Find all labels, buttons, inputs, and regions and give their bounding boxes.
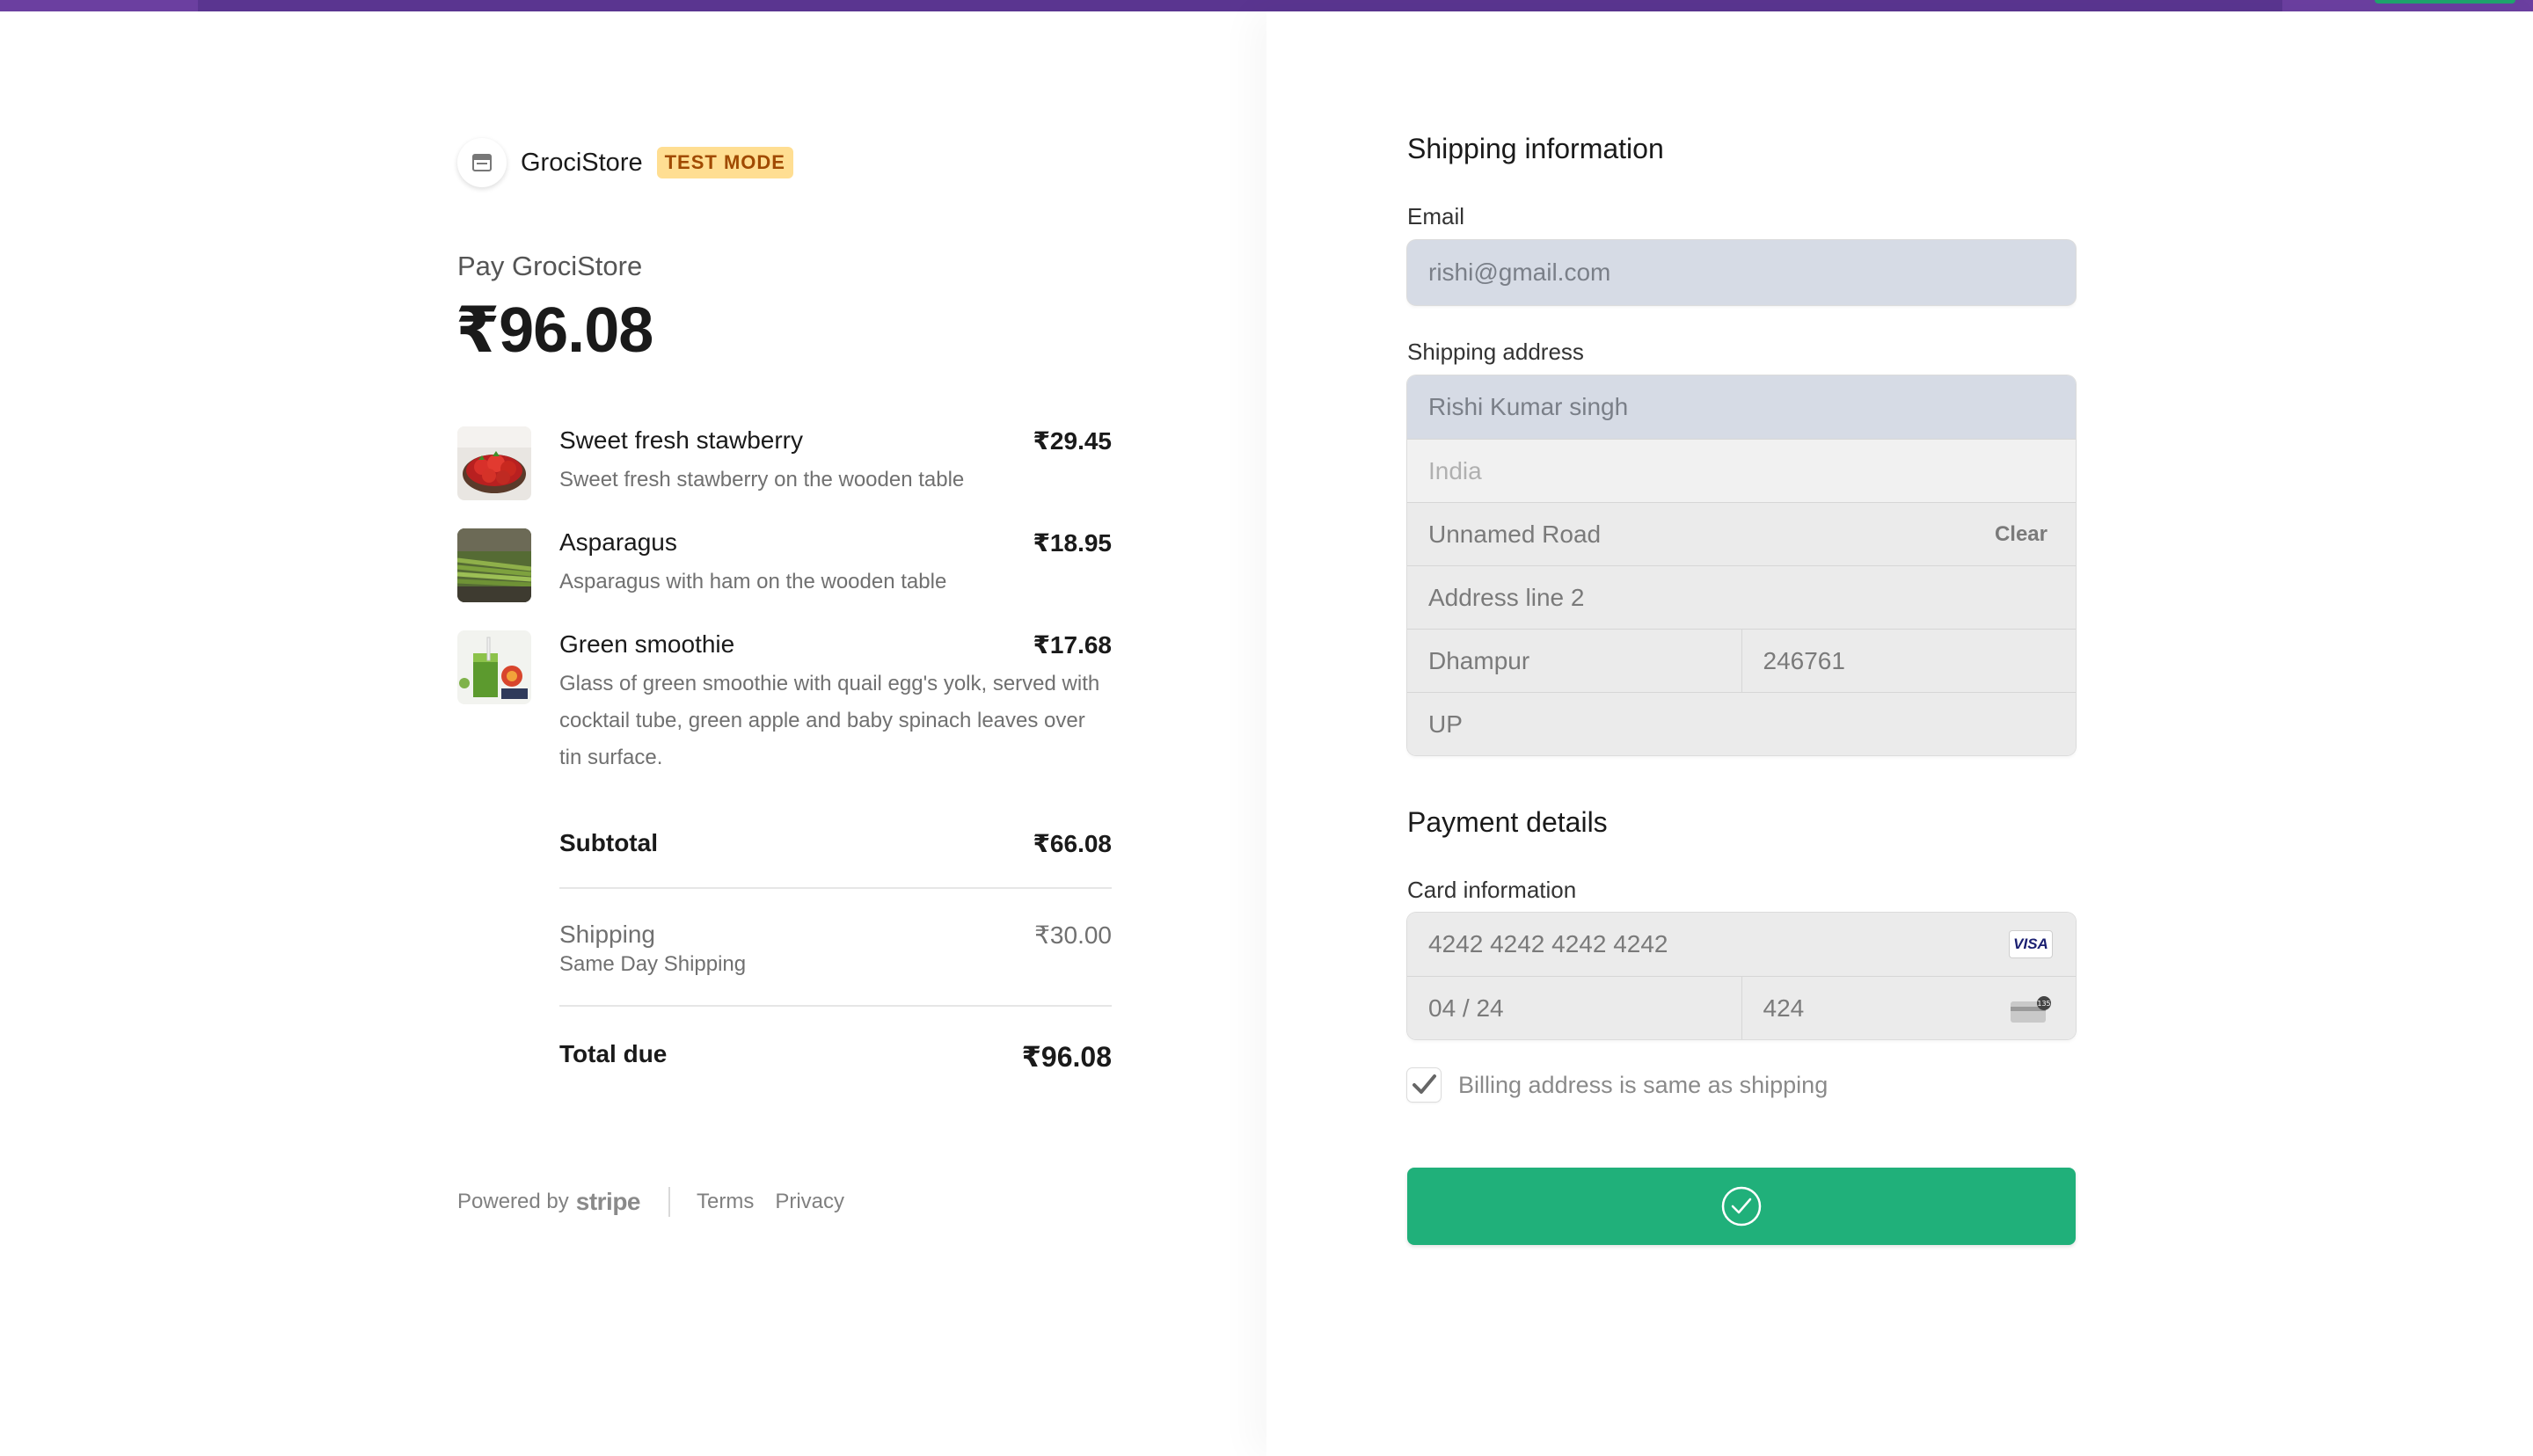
top-accent-bar-inner — [198, 0, 2282, 11]
item-price: ₹29.45 — [1033, 427, 1112, 455]
card-info-group: 4242 4242 4242 4242 VISA 04 / 24 424 135 — [1407, 913, 2076, 1039]
state-field[interactable]: UP — [1407, 692, 2076, 755]
list-item: Sweet fresh stawberry ₹29.45 Sweet fresh… — [457, 426, 1112, 506]
cvc-value: 424 — [1763, 994, 1805, 1022]
subtotal-row: Subtotal ₹66.08 — [559, 829, 1112, 864]
billing-same-label: Billing address is same as shipping — [1458, 1071, 1829, 1098]
divider — [559, 1005, 1112, 1007]
email-field[interactable]: rishi@gmail.com — [1407, 240, 2076, 305]
card-number-value: 4242 4242 4242 4242 — [1428, 930, 1668, 957]
item-description: Sweet fresh stawberry on the wooden tabl… — [559, 468, 965, 491]
full-name-field[interactable]: Rishi Kumar singh — [1407, 375, 2076, 439]
shipping-address-label: Shipping address — [1407, 339, 1584, 365]
address-line2-field[interactable]: Address line 2 — [1407, 565, 2076, 629]
total-value: ₹96.08 — [1021, 1041, 1112, 1073]
shipping-row: Shipping Same Day Shipping ₹30.00 — [559, 921, 1112, 991]
check-circle-icon — [1721, 1186, 1762, 1227]
address-line1-field[interactable]: Unnamed Road Clear — [1407, 502, 2076, 565]
shipping-method: Same Day Shipping — [559, 952, 747, 976]
payment-details-title: Payment details — [1407, 806, 1608, 838]
city-postal-row: Dhampur 246761 — [1407, 629, 2076, 692]
list-item: Green smoothie ₹17.68 Glass of green smo… — [457, 630, 1112, 789]
subtotal-value: ₹66.08 — [1033, 830, 1112, 857]
country-select[interactable]: India — [1407, 439, 2076, 502]
postal-code-field[interactable]: 246761 — [1741, 630, 2077, 692]
shipping-info-title: Shipping information — [1407, 133, 1664, 164]
checkout-form-panel: Shipping information Email rishi@gmail.c… — [1266, 11, 2533, 1456]
merchant-name: GrociStore — [521, 148, 643, 177]
strawberry-thumbnail — [457, 426, 531, 500]
item-description: Asparagus with ham on the wooden table — [559, 570, 947, 593]
subtotal-label: Subtotal — [559, 829, 658, 856]
test-mode-badge: TEST MODE — [656, 147, 793, 178]
order-summary-panel: GrociStore TEST MODE Pay GrociStore ₹96.… — [0, 11, 1266, 1456]
city-value: Dhampur — [1428, 646, 1530, 674]
stripe-logo[interactable]: stripe — [576, 1188, 641, 1216]
pay-amount: ₹96.08 — [456, 295, 653, 366]
full-name-value: Rishi Kumar singh — [1428, 393, 1629, 420]
address-line2-placeholder: Address line 2 — [1428, 583, 1585, 611]
item-price: ₹17.68 — [1033, 631, 1112, 659]
pay-label: Pay GrociStore — [457, 251, 643, 281]
expiry-cvc-row: 04 / 24 424 135 — [1407, 976, 2076, 1039]
visa-icon: VISA — [2009, 930, 2053, 958]
svg-text:135: 135 — [2037, 1000, 2050, 1008]
country-value: India — [1428, 456, 1482, 484]
item-description: Glass of green smoothie with quail egg's… — [559, 672, 1100, 769]
postal-code-value: 246761 — [1763, 646, 1845, 674]
clear-button[interactable]: Clear — [1995, 522, 2048, 547]
item-name: Green smoothie — [559, 630, 735, 658]
footer-divider — [668, 1187, 670, 1217]
top-accent-tab — [2375, 0, 2515, 4]
asparagus-thumbnail — [457, 528, 531, 602]
card-info-label: Card information — [1407, 877, 1577, 903]
cvc-field[interactable]: 424 135 — [1741, 977, 2077, 1039]
city-field[interactable]: Dhampur — [1407, 630, 1741, 692]
terms-link[interactable]: Terms — [697, 1190, 754, 1214]
checkmark-icon — [1412, 1074, 1436, 1094]
privacy-link[interactable]: Privacy — [775, 1190, 844, 1214]
expiry-value: 04 / 24 — [1428, 994, 1504, 1022]
total-label: Total due — [559, 1040, 668, 1067]
smoothie-thumbnail — [457, 630, 531, 704]
powered-by-label: Powered by — [457, 1190, 569, 1213]
item-price: ₹18.95 — [1033, 529, 1112, 557]
list-item: Asparagus ₹18.95 Asparagus with ham on t… — [457, 528, 1112, 608]
expiry-field[interactable]: 04 / 24 — [1407, 977, 1741, 1039]
store-icon[interactable] — [457, 138, 507, 187]
card-number-field[interactable]: 4242 4242 4242 4242 VISA — [1407, 913, 2076, 976]
top-accent-bar — [0, 0, 2533, 11]
state-value: UP — [1428, 710, 1463, 738]
billing-same-row: Billing address is same as shipping — [1407, 1068, 1828, 1102]
cvc-card-icon: 135 — [2009, 996, 2053, 1024]
divider — [559, 887, 1112, 889]
item-name: Sweet fresh stawberry — [559, 426, 803, 454]
shipping-label: Shipping — [559, 921, 655, 948]
billing-same-checkbox[interactable] — [1407, 1068, 1441, 1102]
pay-button[interactable] — [1407, 1168, 2076, 1245]
merchant-header: GrociStore TEST MODE — [457, 135, 793, 191]
address-line1-value: Unnamed Road — [1428, 520, 1602, 548]
email-label: Email — [1407, 203, 1465, 229]
item-name: Asparagus — [559, 528, 677, 556]
shipping-address-group: Rishi Kumar singh India Unnamed Road Cle… — [1407, 375, 2076, 755]
footer: Powered by stripe Terms Privacy — [457, 1184, 865, 1219]
total-row: Total due ₹96.08 — [559, 1040, 1112, 1075]
shipping-value: ₹30.00 — [1034, 921, 1112, 949]
